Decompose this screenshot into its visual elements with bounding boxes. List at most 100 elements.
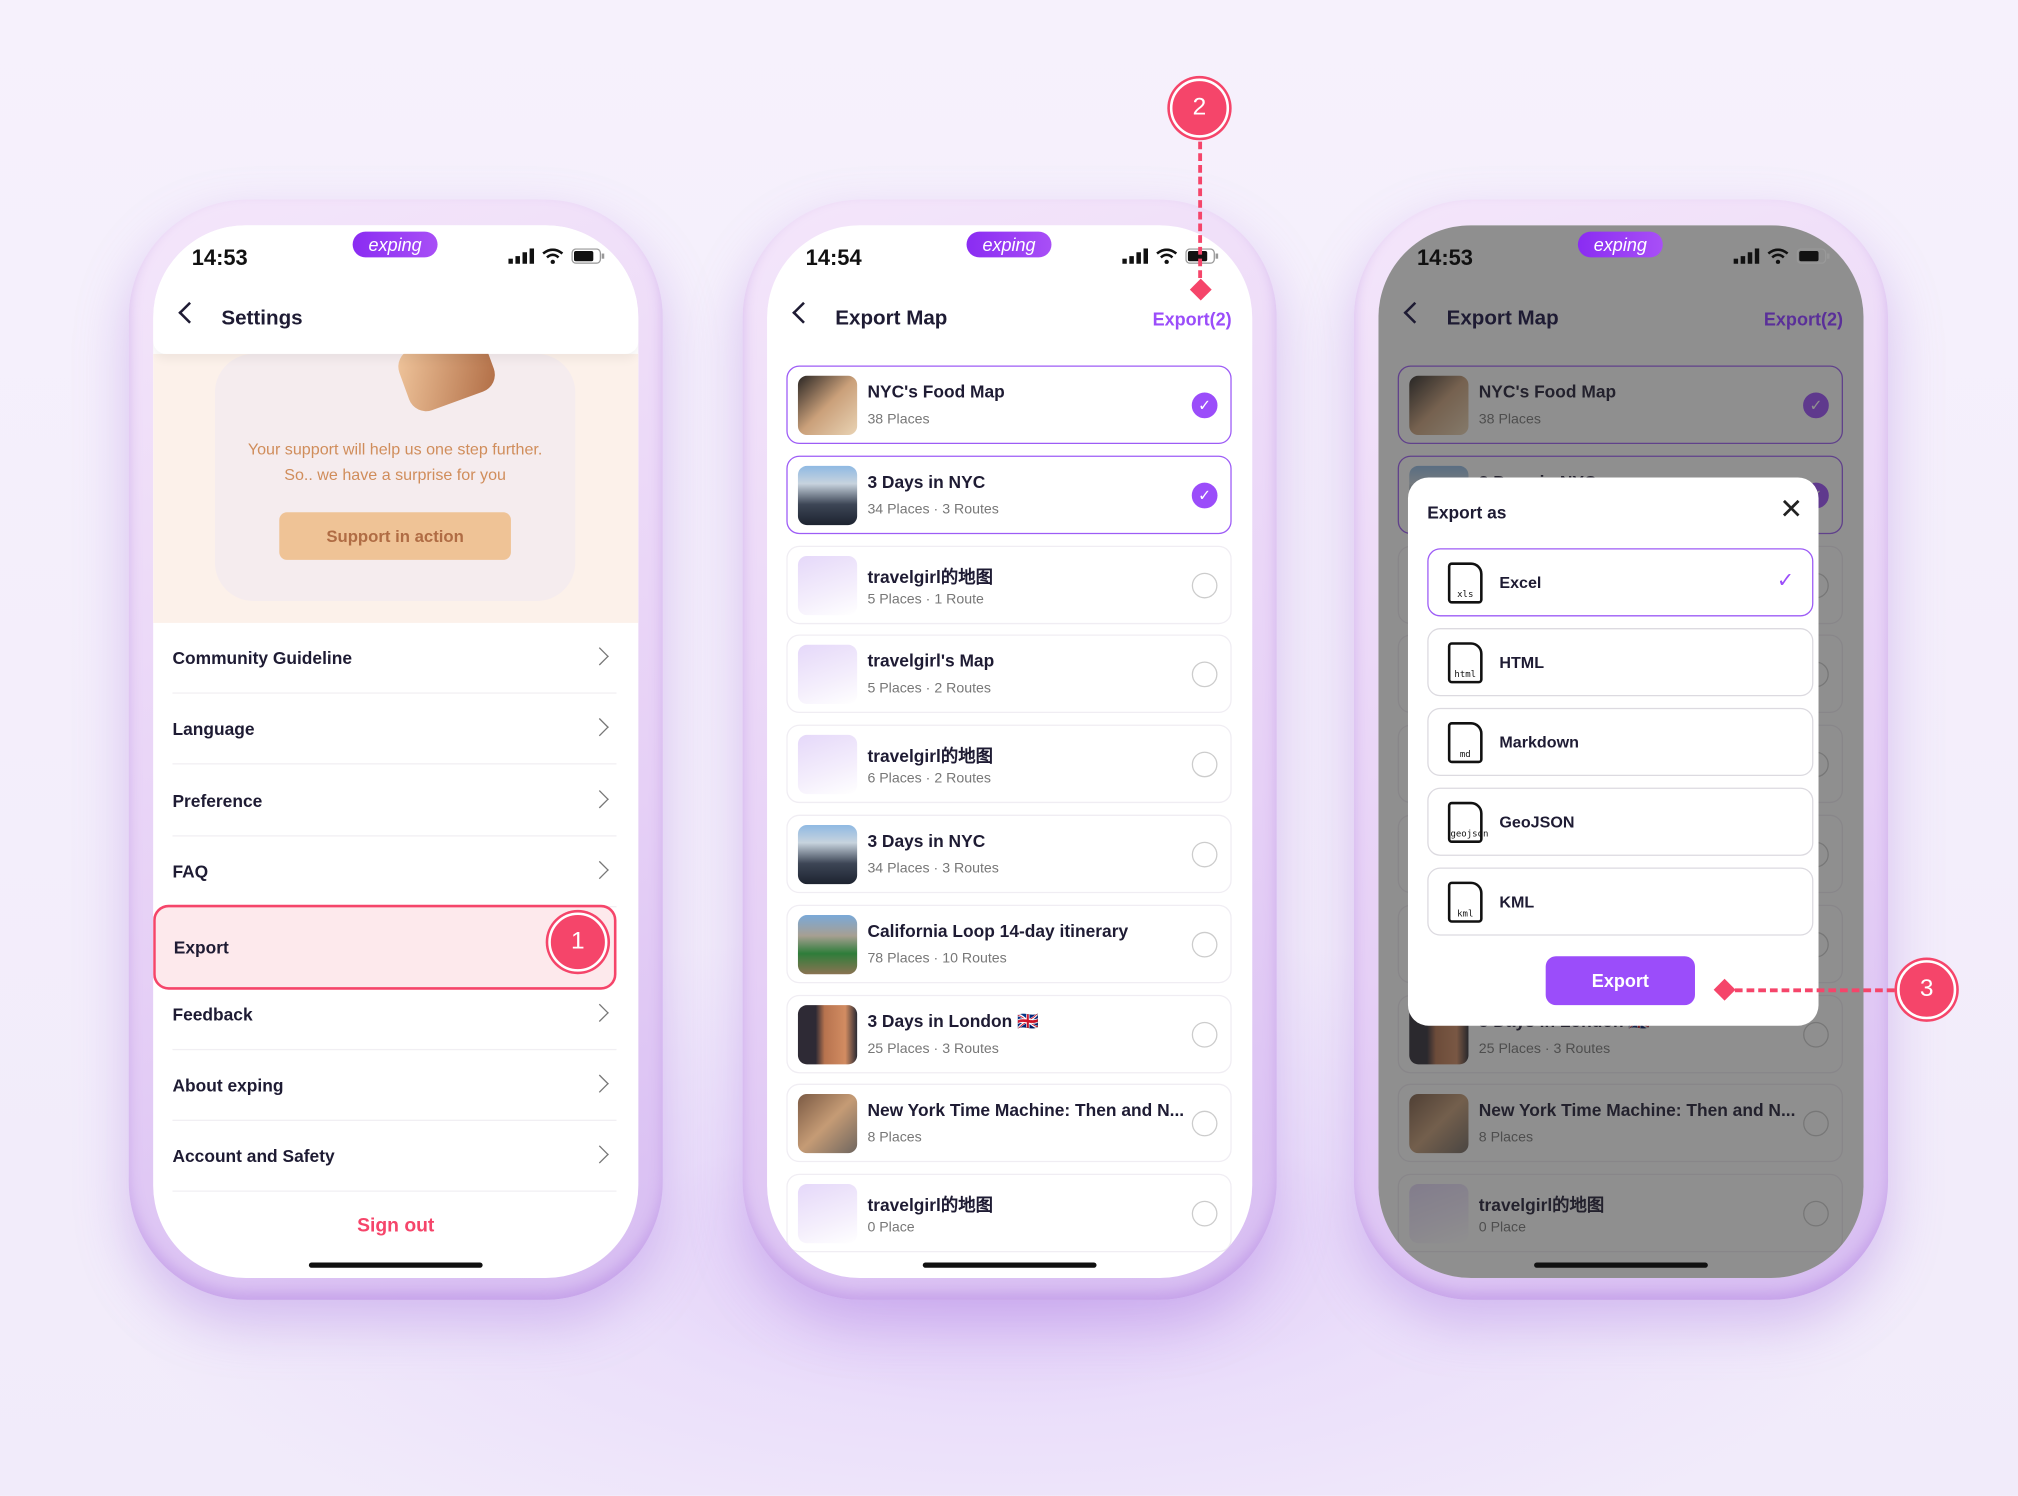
format-label: Markdown [1499, 733, 1579, 752]
map-list-item[interactable]: 3 Days in London 🇬🇧 25 Places · 3 Routes [786, 994, 1232, 1073]
map-thumbnail [797, 465, 858, 525]
format-option-excel[interactable]: xls Excel ✓ [1427, 548, 1814, 617]
map-stats: 38 Places [867, 411, 930, 428]
sign-out-button[interactable]: Sign out [153, 1215, 638, 1237]
exping-pill: exping [966, 231, 1052, 258]
unchecked-circle-icon[interactable] [1191, 1201, 1218, 1227]
page-title: Export Map [835, 307, 948, 330]
checked-circle-icon[interactable]: ✓ [1191, 392, 1218, 419]
map-thumbnail [797, 914, 858, 974]
menu-item-language[interactable]: Language [172, 694, 617, 765]
support-button[interactable]: Support in action [279, 512, 511, 560]
map-stats: 25 Places · 3 Routes [867, 1040, 999, 1057]
map-title: travelgirl的地图 [867, 567, 993, 587]
map-list-item[interactable]: California Loop 14-day itinerary 78 Place… [786, 904, 1232, 984]
unchecked-circle-icon[interactable] [1191, 751, 1218, 778]
file-md-icon: md [1447, 722, 1483, 764]
menu-item-label: Account and Safety [172, 1146, 335, 1167]
settings-screen: Your support will help us one step furth… [153, 225, 639, 1278]
chevron-right-icon [590, 647, 609, 666]
page-title: Settings [221, 307, 303, 330]
menu-item-export[interactable]: Export [153, 905, 617, 990]
map-stats: 0 Place [867, 1220, 915, 1236]
header: Export Map Export(2) [1378, 282, 1863, 354]
menu-item-community-guideline[interactable]: Community Guideline [172, 623, 617, 694]
map-thumbnail [797, 375, 858, 436]
unchecked-circle-icon[interactable] [1191, 662, 1218, 688]
map-list-item[interactable]: New York Time Machine: Then and N... 8 Pl… [786, 1084, 1232, 1163]
format-label: KML [1499, 893, 1535, 912]
export-button[interactable]: Export [1545, 956, 1695, 1006]
map-title: travelgirl's Map [867, 651, 995, 672]
back-icon[interactable] [1403, 301, 1426, 324]
menu-item-label: Feedback [172, 1004, 253, 1024]
unchecked-circle-icon[interactable] [1191, 1111, 1218, 1137]
home-indicator [308, 1262, 483, 1268]
map-list-item[interactable]: travelgirl的地图 0 Place [786, 1173, 1232, 1253]
export-map-screen: 14:54 exping Export Map Export(2) NYC's … [767, 225, 1253, 1278]
format-label: GeoJSON [1499, 813, 1575, 832]
phone-export-dialog: NYC's Food Map38 Places✓3 Days in NYC34 … [1353, 199, 1889, 1300]
phone-settings: Your support will help us one step furth… [128, 199, 663, 1300]
wifi-icon [1156, 248, 1178, 264]
map-list-item[interactable]: travelgirl的地图 6 Places · 2 Routes [786, 724, 1232, 804]
menu-item-label: Language [172, 719, 255, 740]
status-icons [508, 248, 605, 264]
step-3-connector [1734, 988, 1895, 993]
map-stats: 34 Places · 3 Routes [867, 861, 999, 877]
map-title: 3 Days in London 🇬🇧 [867, 1011, 1039, 1031]
format-label: Excel [1499, 574, 1542, 593]
menu-item-faq[interactable]: FAQ [172, 836, 617, 908]
unchecked-circle-icon[interactable] [1191, 1021, 1218, 1048]
map-stats: 5 Places · 2 Routes [867, 681, 991, 697]
map-stats: 5 Places · 1 Route [867, 591, 984, 607]
promo-text-2: So.. we have a surprise for you [284, 465, 506, 484]
close-icon[interactable]: ✕ [1779, 495, 1803, 523]
status-time: 14:53 [191, 245, 248, 271]
map-stats: 6 Places · 2 Routes [867, 771, 991, 787]
promo-card: Your support will help us one step furth… [214, 325, 576, 602]
wifi-icon [1767, 248, 1789, 264]
map-list-item[interactable]: NYC's Food Map 38 Places ✓ [786, 365, 1232, 445]
exping-pill: exping [352, 231, 438, 258]
exping-pill: exping [1577, 231, 1663, 258]
step-badge-2: 2 [1169, 78, 1230, 138]
unchecked-circle-icon[interactable] [1191, 841, 1218, 868]
export-selected-button[interactable]: Export(2) [1764, 309, 1843, 330]
map-list-item[interactable]: 3 Days in NYC 34 Places · 3 Routes [786, 814, 1232, 894]
format-option-markdown[interactable]: md Markdown [1427, 707, 1814, 777]
status-icons [1733, 248, 1831, 264]
map-thumbnail [797, 1004, 858, 1064]
unchecked-circle-icon[interactable] [1191, 931, 1218, 958]
format-option-geojson[interactable]: geojson GeoJSON [1427, 787, 1814, 856]
back-icon[interactable] [792, 301, 815, 324]
format-label: HTML [1499, 653, 1545, 672]
home-indicator [1534, 1262, 1708, 1268]
back-icon[interactable] [178, 301, 201, 324]
format-option-kml[interactable]: kml KML [1427, 867, 1814, 936]
map-title: 3 Days in NYC [867, 472, 986, 492]
chevron-right-icon [590, 789, 609, 808]
export-selected-button[interactable]: Export(2) [1153, 309, 1232, 330]
step-2-connector [1198, 141, 1203, 278]
promo-text-1: Your support will help us one step furth… [247, 440, 543, 459]
map-title: New York Time Machine: Then and N... [867, 1100, 1185, 1121]
map-list-item[interactable]: travelgirl的地图 5 Places · 1 Route [786, 545, 1232, 624]
menu-item-feedback[interactable]: Feedback [172, 979, 617, 1050]
format-option-html[interactable]: html HTML [1427, 628, 1814, 697]
menu-item-preference[interactable]: Preference [172, 765, 617, 837]
home-indicator [922, 1262, 1097, 1268]
unchecked-circle-icon[interactable] [1191, 572, 1218, 598]
export-dialog-screen: NYC's Food Map38 Places✓3 Days in NYC34 … [1378, 225, 1864, 1278]
checked-circle-icon[interactable]: ✓ [1191, 482, 1218, 509]
step-badge-3: 3 [1897, 960, 1957, 1020]
map-thumbnail [797, 1184, 858, 1244]
menu-item-label: Community Guideline [172, 648, 353, 668]
menu-item-about-exping[interactable]: About exping [172, 1050, 617, 1121]
menu-item-account-and-safety[interactable]: Account and Safety [172, 1121, 617, 1192]
map-list-item[interactable]: travelgirl's Map 5 Places · 2 Routes [786, 634, 1232, 714]
map-list-item[interactable]: 3 Days in NYC 34 Places · 3 Routes ✓ [786, 455, 1232, 534]
signal-icon [508, 248, 535, 264]
map-thumbnail [797, 645, 858, 705]
battery-icon [1796, 248, 1830, 264]
